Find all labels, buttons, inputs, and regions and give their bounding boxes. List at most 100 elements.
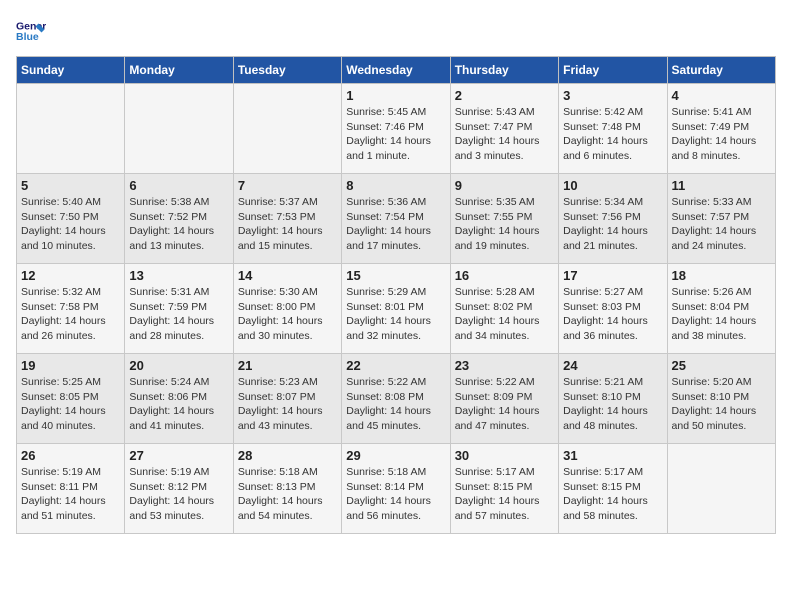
day-info: Sunrise: 5:41 AM Sunset: 7:49 PM Dayligh… [672,105,771,164]
calendar-cell: 25 Sunrise: 5:20 AM Sunset: 8:10 PM Dayli… [667,354,775,444]
calendar-cell: 30Sunrise: 5:17 AM Sunset: 8:15 PM Dayli… [450,444,558,534]
day-number: 13 [129,268,228,283]
day-number: 20 [129,358,228,373]
calendar-cell [17,84,125,174]
header-wednesday: Wednesday [342,57,450,84]
calendar-cell: 21 Sunrise: 5:23 AM Sunset: 8:07 PM Dayli… [233,354,341,444]
calendar-cell [233,84,341,174]
day-info: Sunrise: 5:28 AM Sunset: 8:02 PM Dayligh… [455,285,554,344]
day-info: Sunrise: 5:18 AM Sunset: 8:13 PM Dayligh… [238,465,337,524]
calendar-table: SundayMondayTuesdayWednesdayThursdayFrid… [16,56,776,534]
day-number: 11 [672,178,771,193]
day-number: 16 [455,268,554,283]
day-info: Sunrise: 5:38 AM Sunset: 7:52 PM Dayligh… [129,195,228,254]
day-number: 28 [238,448,337,463]
calendar-cell: 10 Sunrise: 5:34 AM Sunset: 7:56 PM Dayli… [559,174,667,264]
header-friday: Friday [559,57,667,84]
calendar-cell: 24 Sunrise: 5:21 AM Sunset: 8:10 PM Dayli… [559,354,667,444]
calendar-cell: 13Sunrise: 5:31 AM Sunset: 7:59 PM Dayli… [125,264,233,354]
calendar-cell: 22 Sunrise: 5:22 AM Sunset: 8:08 PM Dayli… [342,354,450,444]
calendar-cell: 15 Sunrise: 5:29 AM Sunset: 8:01 PM Dayli… [342,264,450,354]
week-row-4: 19 Sunrise: 5:25 AM Sunset: 8:05 PM Dayli… [17,354,776,444]
calendar-cell: 19 Sunrise: 5:25 AM Sunset: 8:05 PM Dayli… [17,354,125,444]
day-info: Sunrise: 5:21 AM Sunset: 8:10 PM Dayligh… [563,375,662,434]
day-info: Sunrise: 5:45 AM Sunset: 7:46 PM Dayligh… [346,105,445,164]
calendar-cell [667,444,775,534]
day-number: 21 [238,358,337,373]
calendar-cell: 29 Sunrise: 5:18 AM Sunset: 8:14 PM Dayli… [342,444,450,534]
day-number: 8 [346,178,445,193]
day-info: Sunrise: 5:26 AM Sunset: 8:04 PM Dayligh… [672,285,771,344]
header-saturday: Saturday [667,57,775,84]
calendar-cell: 26Sunrise: 5:19 AM Sunset: 8:11 PM Dayli… [17,444,125,534]
day-info: Sunrise: 5:32 AM Sunset: 7:58 PM Dayligh… [21,285,120,344]
day-number: 19 [21,358,120,373]
day-number: 5 [21,178,120,193]
header-row: SundayMondayTuesdayWednesdayThursdayFrid… [17,57,776,84]
calendar-cell: 18 Sunrise: 5:26 AM Sunset: 8:04 PM Dayli… [667,264,775,354]
day-info: Sunrise: 5:19 AM Sunset: 8:12 PM Dayligh… [129,465,228,524]
day-info: Sunrise: 5:22 AM Sunset: 8:09 PM Dayligh… [455,375,554,434]
calendar-cell: 17 Sunrise: 5:27 AM Sunset: 8:03 PM Dayli… [559,264,667,354]
day-info: Sunrise: 5:17 AM Sunset: 8:15 PM Dayligh… [563,465,662,524]
calendar-cell: 16 Sunrise: 5:28 AM Sunset: 8:02 PM Dayli… [450,264,558,354]
day-info: Sunrise: 5:19 AM Sunset: 8:11 PM Dayligh… [21,465,120,524]
logo: General Blue [16,16,50,46]
calendar-cell: 5Sunrise: 5:40 AM Sunset: 7:50 PM Daylig… [17,174,125,264]
day-number: 6 [129,178,228,193]
logo-icon: General Blue [16,16,46,46]
svg-text:Blue: Blue [16,31,39,43]
day-number: 23 [455,358,554,373]
day-number: 10 [563,178,662,193]
header-tuesday: Tuesday [233,57,341,84]
page-header: General Blue [16,16,776,46]
day-number: 22 [346,358,445,373]
day-info: Sunrise: 5:23 AM Sunset: 8:07 PM Dayligh… [238,375,337,434]
calendar-cell: 28 Sunrise: 5:18 AM Sunset: 8:13 PM Dayli… [233,444,341,534]
calendar-cell: 23 Sunrise: 5:22 AM Sunset: 8:09 PM Dayli… [450,354,558,444]
day-number: 18 [672,268,771,283]
day-info: Sunrise: 5:27 AM Sunset: 8:03 PM Dayligh… [563,285,662,344]
day-number: 12 [21,268,120,283]
day-info: Sunrise: 5:20 AM Sunset: 8:10 PM Dayligh… [672,375,771,434]
calendar-cell: 2Sunrise: 5:43 AM Sunset: 7:47 PM Daylig… [450,84,558,174]
day-info: Sunrise: 5:25 AM Sunset: 8:05 PM Dayligh… [21,375,120,434]
day-number: 24 [563,358,662,373]
day-number: 27 [129,448,228,463]
header-sunday: Sunday [17,57,125,84]
calendar-cell: 8Sunrise: 5:36 AM Sunset: 7:54 PM Daylig… [342,174,450,264]
day-number: 15 [346,268,445,283]
day-number: 7 [238,178,337,193]
calendar-cell: 4 Sunrise: 5:41 AM Sunset: 7:49 PM Daylig… [667,84,775,174]
day-number: 25 [672,358,771,373]
day-number: 1 [346,88,445,103]
day-info: Sunrise: 5:35 AM Sunset: 7:55 PM Dayligh… [455,195,554,254]
calendar-cell: 6 Sunrise: 5:38 AM Sunset: 7:52 PM Daylig… [125,174,233,264]
week-row-2: 5Sunrise: 5:40 AM Sunset: 7:50 PM Daylig… [17,174,776,264]
day-info: Sunrise: 5:17 AM Sunset: 8:15 PM Dayligh… [455,465,554,524]
day-info: Sunrise: 5:29 AM Sunset: 8:01 PM Dayligh… [346,285,445,344]
calendar-cell [125,84,233,174]
week-row-3: 12 Sunrise: 5:32 AM Sunset: 7:58 PM Dayli… [17,264,776,354]
day-number: 9 [455,178,554,193]
calendar-cell: 9 Sunrise: 5:35 AM Sunset: 7:55 PM Daylig… [450,174,558,264]
calendar-cell: 27 Sunrise: 5:19 AM Sunset: 8:12 PM Dayli… [125,444,233,534]
week-row-5: 26Sunrise: 5:19 AM Sunset: 8:11 PM Dayli… [17,444,776,534]
calendar-cell: 11 Sunrise: 5:33 AM Sunset: 7:57 PM Dayli… [667,174,775,264]
day-number: 4 [672,88,771,103]
day-info: Sunrise: 5:30 AM Sunset: 8:00 PM Dayligh… [238,285,337,344]
day-number: 2 [455,88,554,103]
day-number: 17 [563,268,662,283]
calendar-cell: 31Sunrise: 5:17 AM Sunset: 8:15 PM Dayli… [559,444,667,534]
day-number: 14 [238,268,337,283]
week-row-1: 1 Sunrise: 5:45 AM Sunset: 7:46 PM Daylig… [17,84,776,174]
day-info: Sunrise: 5:22 AM Sunset: 8:08 PM Dayligh… [346,375,445,434]
day-info: Sunrise: 5:37 AM Sunset: 7:53 PM Dayligh… [238,195,337,254]
day-info: Sunrise: 5:18 AM Sunset: 8:14 PM Dayligh… [346,465,445,524]
calendar-cell: 1 Sunrise: 5:45 AM Sunset: 7:46 PM Daylig… [342,84,450,174]
day-info: Sunrise: 5:33 AM Sunset: 7:57 PM Dayligh… [672,195,771,254]
header-thursday: Thursday [450,57,558,84]
day-number: 29 [346,448,445,463]
day-info: Sunrise: 5:34 AM Sunset: 7:56 PM Dayligh… [563,195,662,254]
day-info: Sunrise: 5:24 AM Sunset: 8:06 PM Dayligh… [129,375,228,434]
